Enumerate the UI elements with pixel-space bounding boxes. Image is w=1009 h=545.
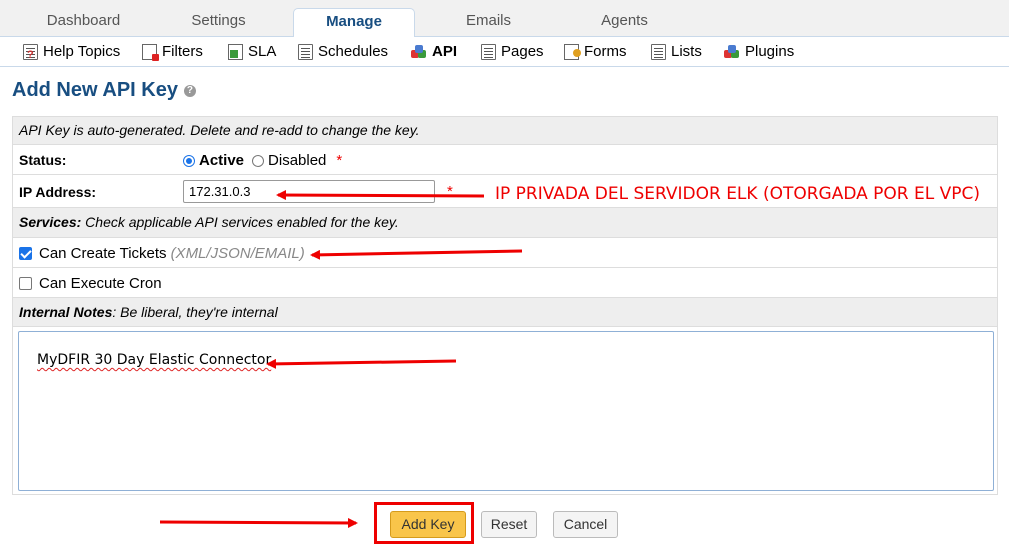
can-create-tickets-hint: (XML/JSON/EMAIL) <box>170 245 305 262</box>
subnav-sla-label: SLA <box>248 43 277 60</box>
ip-control: 172.31.0.3 * <box>183 180 453 203</box>
subnav-lists[interactable]: Lists <box>651 42 702 62</box>
notes-header: Internal Notes: Be liberal, they're inte… <box>13 298 997 327</box>
subnav-help-topics[interactable]: Help Topics <box>23 42 121 65</box>
status-label: Status: <box>19 152 67 168</box>
can-execute-cron-checkbox[interactable] <box>19 277 32 290</box>
annotation-text: IP PRIVADA DEL SERVIDOR ELK (OTORGADA PO… <box>495 184 981 204</box>
subnav-plugins-label: Plugins <box>745 43 795 60</box>
execute-cron-control: Can Execute Cron <box>19 275 162 292</box>
intro-row: API Key is auto-generated. Delete and re… <box>13 117 997 145</box>
ip-label: IP Address: <box>19 184 97 200</box>
internal-notes-textarea[interactable]: MyDFIR 30 Day Elastic Connector <box>18 331 994 491</box>
schedules-icon <box>298 44 313 60</box>
plugins-icon <box>724 45 740 59</box>
tab-emails[interactable]: Emails <box>421 8 556 37</box>
reset-button[interactable]: Reset <box>481 511 537 538</box>
help-icon[interactable]: ? <box>183 84 196 97</box>
help-topics-icon <box>23 44 38 65</box>
notes-bold: Internal Notes <box>19 304 113 320</box>
add-key-button[interactable]: Add Key <box>390 511 466 538</box>
notes-text: : Be liberal, they're internal <box>112 304 278 320</box>
services-text: Check applicable API services enabled fo… <box>85 214 399 230</box>
lists-icon <box>651 44 666 60</box>
subnav-pages-label: Pages <box>501 43 544 60</box>
ip-required-mark: * <box>447 183 453 200</box>
tab-manage[interactable]: Manage <box>293 8 415 38</box>
status-required-mark: * <box>336 152 343 169</box>
subnav-lists-label: Lists <box>671 43 702 60</box>
intro-text: API Key is auto-generated. Delete and re… <box>19 122 420 138</box>
subnav-forms-label: Forms <box>584 43 627 60</box>
ip-address-input[interactable]: 172.31.0.3 <box>183 180 435 203</box>
subnav-plugins[interactable]: Plugins <box>724 42 794 62</box>
subnav-api-label: API <box>432 43 458 60</box>
sub-navigation: Help Topics Filters SLA Schedules API Pa… <box>0 37 1009 67</box>
create-tickets-control: Can Create Tickets (XML/JSON/EMAIL) <box>19 245 305 262</box>
subnav-api[interactable]: API <box>411 42 457 62</box>
subnav-help-topics-label: Help Topics <box>43 43 121 60</box>
arrow-add-key <box>159 517 358 528</box>
subnav-pages[interactable]: Pages <box>481 42 544 62</box>
status-active-radio[interactable] <box>183 154 195 167</box>
subnav-schedules-label: Schedules <box>318 43 389 60</box>
can-create-tickets-checkbox[interactable] <box>19 247 32 260</box>
page-title-text: Add New API Key <box>12 79 178 101</box>
execute-cron-row: Can Execute Cron <box>13 268 997 298</box>
subnav-filters-label: Filters <box>162 43 203 60</box>
status-disabled-label: Disabled <box>268 152 327 169</box>
pages-icon <box>481 44 496 60</box>
top-tabs: Dashboard Settings Manage Emails Agents <box>0 0 1009 38</box>
services-header: Services: Check applicable API services … <box>13 208 997 238</box>
status-control: Active Disabled * <box>183 152 342 169</box>
subnav-filters[interactable]: Filters <box>142 42 203 62</box>
internal-notes-value: MyDFIR 30 Day Elastic Connector <box>37 352 272 368</box>
api-icon <box>411 45 427 59</box>
filters-icon <box>142 44 159 61</box>
create-tickets-row: Can Create Tickets (XML/JSON/EMAIL) <box>13 238 997 268</box>
cancel-button[interactable]: Cancel <box>553 511 618 538</box>
status-row: Status: Active Disabled * <box>13 145 997 175</box>
page-title: Add New API Key ? <box>12 79 196 102</box>
subnav-schedules[interactable]: Schedules <box>298 42 388 62</box>
subnav-forms[interactable]: Forms <box>564 42 627 62</box>
api-key-form: API Key is auto-generated. Delete and re… <box>12 116 998 495</box>
forms-icon <box>564 44 581 60</box>
tab-settings[interactable]: Settings <box>151 8 286 37</box>
sla-icon <box>228 44 243 60</box>
services-bold: Services: <box>19 214 82 230</box>
subnav-sla[interactable]: SLA <box>228 42 276 62</box>
tab-agents[interactable]: Agents <box>557 8 692 37</box>
can-create-tickets-label: Can Create Tickets <box>39 245 167 262</box>
tab-dashboard[interactable]: Dashboard <box>16 8 151 37</box>
status-active-label: Active <box>199 152 245 169</box>
status-disabled-radio[interactable] <box>252 154 265 167</box>
can-execute-cron-label: Can Execute Cron <box>39 275 162 292</box>
